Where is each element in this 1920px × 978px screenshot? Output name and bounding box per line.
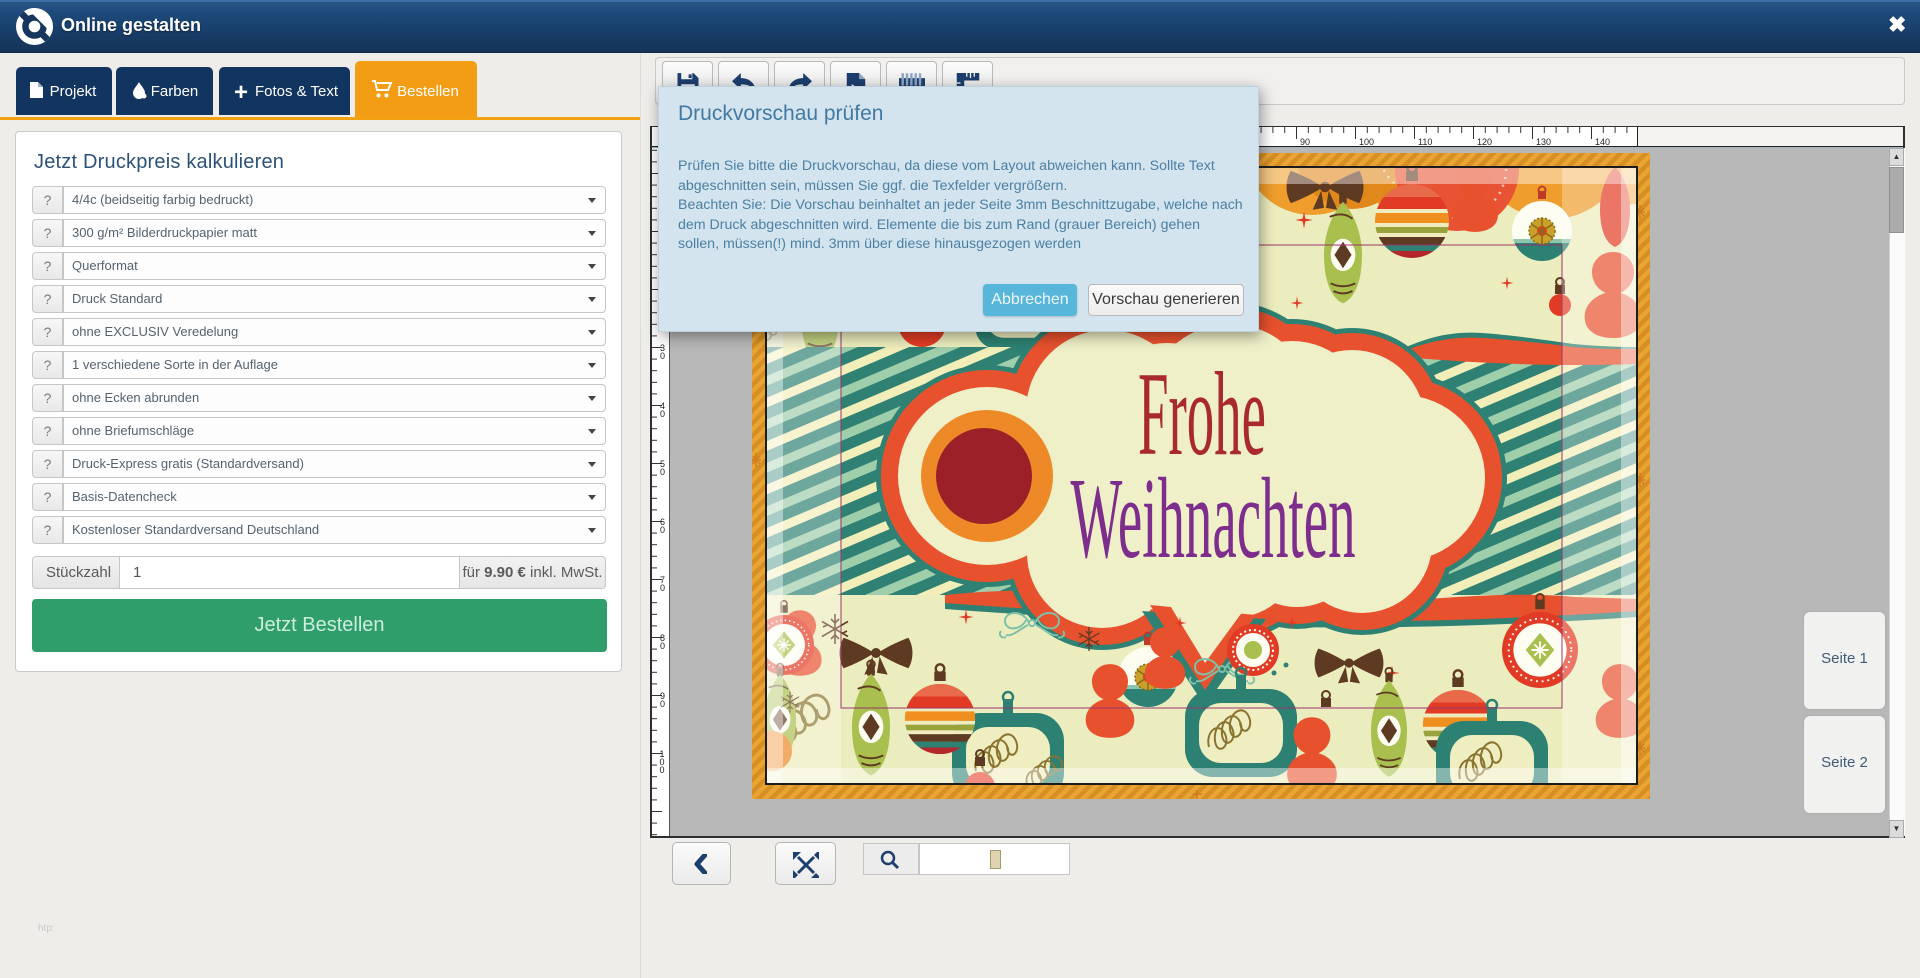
svg-text:Weihnachten: Weihnachten — [1071, 455, 1356, 582]
